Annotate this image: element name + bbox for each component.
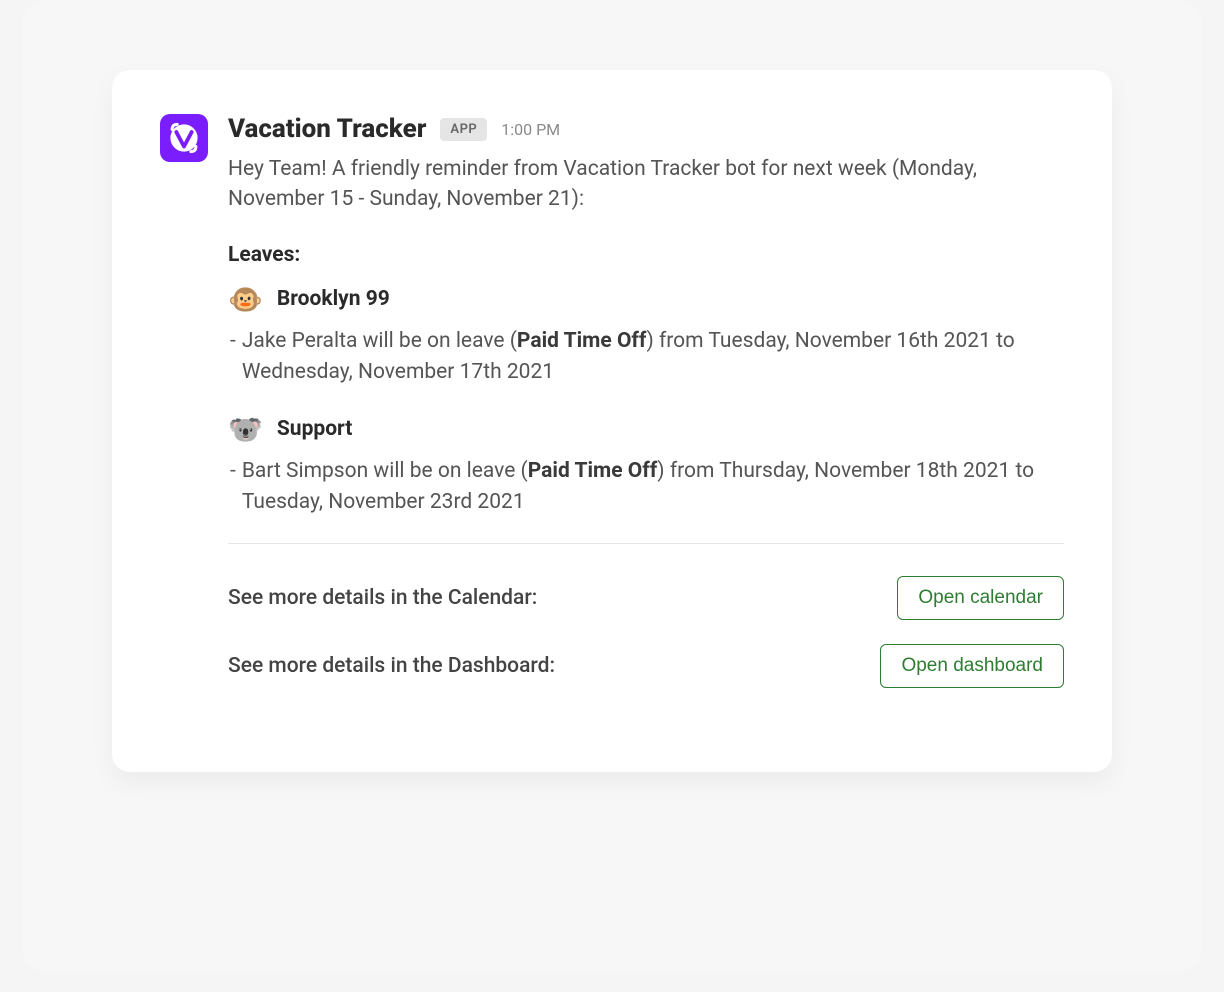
koala-emoji-icon: 🐨 — [228, 413, 263, 446]
leave-entry: - Jake Peralta will be on leave (Paid Ti… — [228, 326, 1064, 389]
group-name: Brooklyn 99 — [277, 287, 390, 311]
bullet-dash: - — [230, 456, 236, 519]
divider — [228, 543, 1064, 544]
leave-entry: - Bart Simpson will be on leave (Paid Ti… — [228, 456, 1064, 519]
message-body: Vacation Tracker APP 1:00 PM Hey Team! A… — [228, 114, 1064, 712]
app-badge: APP — [440, 118, 487, 141]
dashboard-action-label: See more details in the Dashboard: — [228, 654, 555, 678]
app-icon — [160, 114, 208, 162]
leave-group: 🐨 Support - Bart Simpson will be on leav… — [228, 413, 1064, 519]
page-background: Vacation Tracker APP 1:00 PM Hey Team! A… — [22, 0, 1202, 972]
app-name: Vacation Tracker — [228, 114, 426, 144]
open-dashboard-button[interactable]: Open dashboard — [880, 644, 1064, 688]
message-header: Vacation Tracker APP 1:00 PM — [228, 114, 1064, 144]
bullet-dash: - — [230, 326, 236, 389]
leave-group: 🐵 Brooklyn 99 - Jake Peralta will be on … — [228, 283, 1064, 389]
open-calendar-button[interactable]: Open calendar — [897, 576, 1064, 620]
calendar-action-label: See more details in the Calendar: — [228, 586, 537, 610]
leave-text: Jake Peralta will be on leave (Paid Time… — [242, 326, 1064, 389]
intro-text: Hey Team! A friendly reminder from Vacat… — [228, 154, 1064, 215]
vacation-tracker-logo-icon — [167, 121, 201, 155]
group-header: 🐵 Brooklyn 99 — [228, 283, 1064, 316]
group-header: 🐨 Support — [228, 413, 1064, 446]
leaves-heading: Leaves: — [228, 243, 1064, 267]
message-timestamp: 1:00 PM — [501, 120, 560, 139]
message-card: Vacation Tracker APP 1:00 PM Hey Team! A… — [112, 70, 1112, 772]
monkey-emoji-icon: 🐵 — [228, 283, 263, 316]
dashboard-action-row: See more details in the Dashboard: Open … — [228, 644, 1064, 688]
calendar-action-row: See more details in the Calendar: Open c… — [228, 576, 1064, 620]
group-name: Support — [277, 417, 352, 441]
leave-text: Bart Simpson will be on leave (Paid Time… — [242, 456, 1064, 519]
